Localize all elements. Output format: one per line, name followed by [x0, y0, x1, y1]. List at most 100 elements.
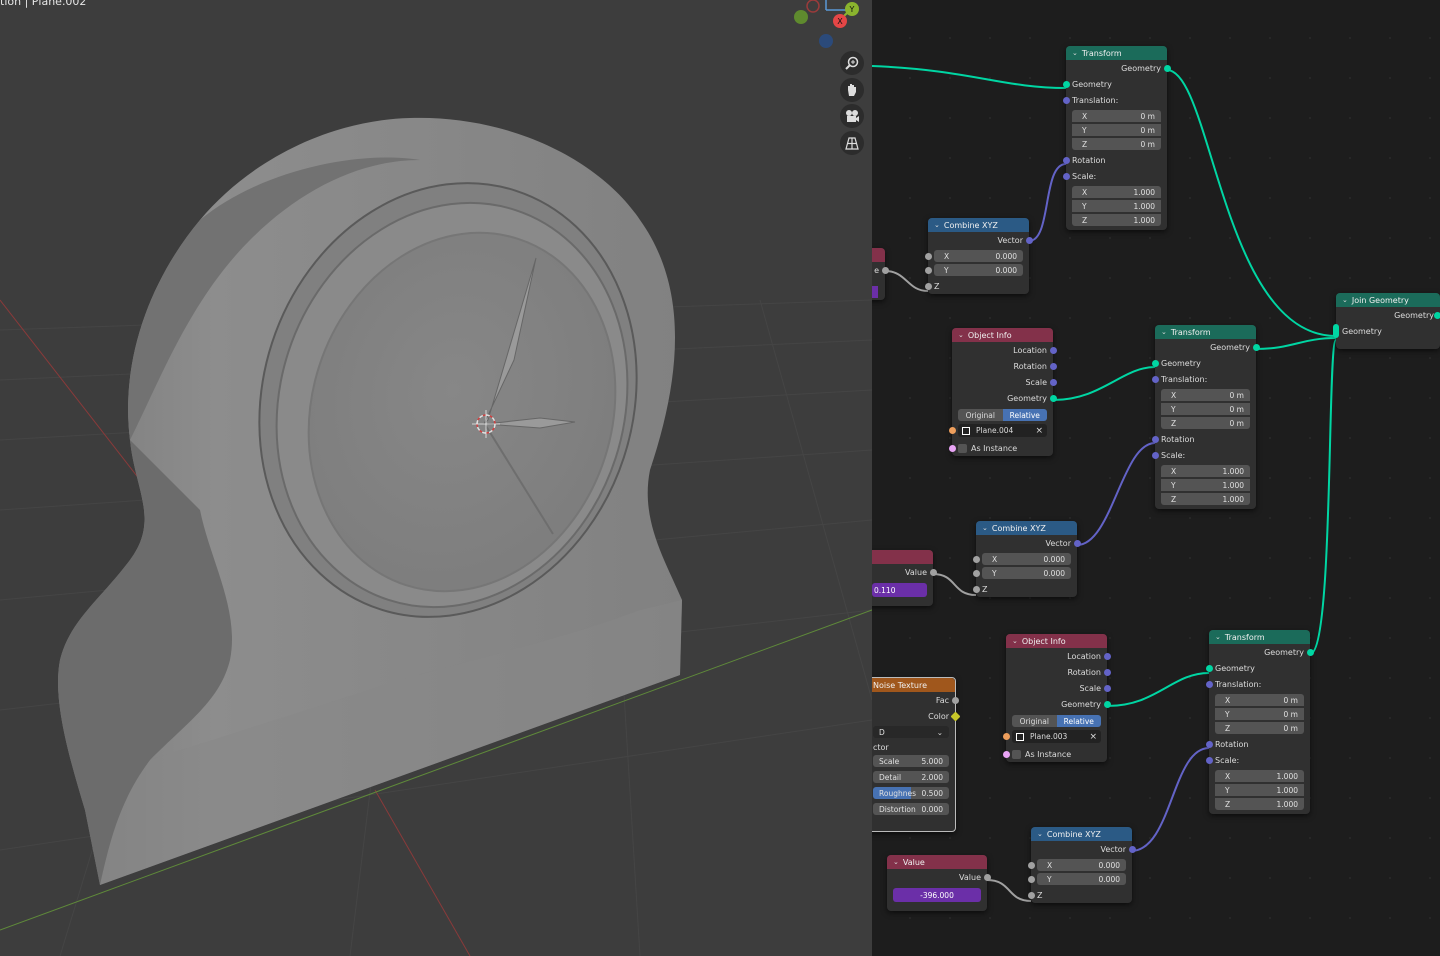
join-geometry-node[interactable]: ⌄ Join Geometry Geometry Geometry: [1333, 293, 1440, 349]
option-relative[interactable]: Relative: [1002, 409, 1047, 421]
socket[interactable]: [1027, 861, 1035, 869]
socket[interactable]: [1062, 172, 1070, 180]
camera-icon[interactable]: [840, 104, 864, 128]
node-header[interactable]: ⌄ Combine XYZ: [976, 521, 1077, 535]
socket[interactable]: [1049, 378, 1057, 386]
option-relative[interactable]: Relative: [1056, 715, 1101, 727]
socket[interactable]: [1205, 664, 1213, 672]
object-selector[interactable]: Plane.004 ×: [948, 424, 1047, 437]
socket[interactable]: [1151, 375, 1159, 383]
socket[interactable]: [1049, 346, 1057, 354]
socket[interactable]: [972, 585, 980, 593]
node-header[interactable]: ⌄ Transform: [1066, 46, 1167, 60]
socket[interactable]: [1073, 539, 1081, 547]
hand-pan-icon[interactable]: [840, 78, 864, 102]
chevron-down-icon[interactable]: ⌄: [1012, 637, 1018, 645]
socket[interactable]: [1025, 236, 1033, 244]
translation-x-field[interactable]: X0 m: [1072, 110, 1161, 122]
translation-z-field[interactable]: Z0 m: [1215, 722, 1304, 734]
chevron-down-icon[interactable]: ⌄: [958, 331, 964, 339]
y-field[interactable]: Y 0.000: [924, 264, 1023, 276]
multi-input-socket[interactable]: [1333, 324, 1339, 338]
translation-x-field[interactable]: X0 m: [1215, 694, 1304, 706]
socket[interactable]: [1103, 668, 1111, 676]
combine-xyz-node-3[interactable]: ⌄ Combine XYZ Vector X 0.000 Y 0.000 Z: [1027, 827, 1136, 903]
transform-node-2[interactable]: ⌄ Transform Geometry Geometry Translation…: [1151, 325, 1260, 509]
node-header[interactable]: ⌄ Join Geometry: [1336, 293, 1440, 307]
clear-icon[interactable]: ×: [1035, 426, 1043, 436]
socket[interactable]: [924, 252, 932, 260]
chevron-down-icon[interactable]: ⌄: [1342, 296, 1348, 304]
zoom-icon[interactable]: [840, 51, 864, 75]
translation-x-field[interactable]: X0 m: [1161, 389, 1250, 401]
chevron-down-icon[interactable]: ⌄: [1161, 328, 1167, 336]
distortion-field[interactable]: Distortion 0.000: [873, 803, 949, 815]
value-node[interactable]: ⌄ Value Value -396.000: [887, 855, 991, 911]
socket[interactable]: [1306, 648, 1314, 656]
chevron-down-icon[interactable]: ⌄: [934, 221, 940, 229]
socket[interactable]: [972, 569, 980, 577]
socket[interactable]: [1002, 750, 1010, 758]
socket[interactable]: [1163, 64, 1171, 72]
socket[interactable]: [1252, 343, 1260, 351]
chevron-down-icon[interactable]: ⌄: [893, 858, 899, 866]
socket[interactable]: [1151, 359, 1159, 367]
socket[interactable]: [1103, 684, 1111, 692]
object-info-node-1[interactable]: ⌄ Object Info Location Rotation Scale Geo…: [948, 328, 1057, 456]
socket[interactable]: [951, 696, 959, 704]
socket[interactable]: [881, 266, 889, 274]
node-header[interactable]: ⌄ Transform: [1209, 630, 1310, 644]
socket[interactable]: [948, 444, 956, 452]
socket[interactable]: [1205, 740, 1213, 748]
socket[interactable]: [924, 282, 932, 290]
node-editor[interactable]: ⌄ Transform Geometry Geometry Translation…: [872, 0, 1440, 956]
socket[interactable]: [1151, 435, 1159, 443]
chevron-down-icon[interactable]: ⌄: [1215, 633, 1221, 641]
viewport-scene[interactable]: Y X: [0, 0, 872, 956]
socket[interactable]: [1434, 311, 1440, 319]
scale-z-field[interactable]: Z 1.000: [1072, 214, 1161, 226]
dimensions-dropdown[interactable]: D ⌄: [873, 726, 949, 738]
x-field[interactable]: X 0.000: [972, 553, 1071, 565]
transform-node-3[interactable]: ⌄ Transform Geometry Geometry Translation…: [1205, 630, 1314, 814]
scale-x-field[interactable]: X 1.000: [1215, 770, 1304, 782]
socket[interactable]: [1027, 875, 1035, 883]
socket[interactable]: [924, 266, 932, 274]
socket[interactable]: [929, 568, 937, 576]
node-header[interactable]: ⌄ Object Info: [1006, 634, 1107, 648]
node-header[interactable]: ⌄ Object Info: [952, 328, 1053, 342]
socket[interactable]: [1049, 394, 1057, 402]
socket[interactable]: [1103, 652, 1111, 660]
transform-node-1[interactable]: ⌄ Transform Geometry Geometry Translation…: [1062, 46, 1171, 230]
translation-z-field[interactable]: Z0 m: [1161, 417, 1250, 429]
grid-view-icon[interactable]: [840, 131, 864, 155]
socket[interactable]: [1049, 362, 1057, 370]
socket[interactable]: [1128, 845, 1136, 853]
value-node-partial[interactable]: Value 0.110: [872, 550, 937, 606]
socket[interactable]: [1062, 80, 1070, 88]
chevron-down-icon[interactable]: ⌄: [1037, 830, 1043, 838]
translation-y-field[interactable]: Y0 m: [1072, 124, 1161, 136]
clear-icon[interactable]: ×: [1089, 732, 1097, 742]
chevron-down-icon[interactable]: ⌄: [1072, 49, 1078, 57]
option-original[interactable]: Original: [958, 409, 1003, 421]
socket[interactable]: [1027, 891, 1035, 899]
socket[interactable]: [1103, 700, 1111, 708]
scale-y-field[interactable]: Y 1.000: [1072, 200, 1161, 212]
node-header[interactable]: ⌄ Combine XYZ: [928, 218, 1029, 232]
socket[interactable]: [1002, 733, 1010, 740]
socket[interactable]: [972, 555, 980, 563]
noise-texture-node[interactable]: Noise Texture Fac Color D ⌄ ctor Scale 5.0…: [872, 677, 960, 832]
object-selector[interactable]: Plane.003 ×: [1002, 730, 1101, 743]
scale-x-field[interactable]: X 1.000: [1072, 186, 1161, 198]
partial-node-1[interactable]: e: [872, 248, 889, 300]
socket[interactable]: [1151, 451, 1159, 459]
as-instance-checkbox[interactable]: [958, 443, 967, 453]
node-header[interactable]: ⌄ Transform: [1155, 325, 1256, 339]
object-info-node-2[interactable]: ⌄ Object Info Location Rotation Scale Geo…: [1002, 634, 1111, 762]
node-header[interactable]: Noise Texture: [872, 678, 955, 692]
scale-z-field[interactable]: Z 1.000: [1161, 493, 1250, 505]
translation-z-field[interactable]: Z0 m: [1072, 138, 1161, 150]
3d-viewport[interactable]: Y X tion | Plane.002: [0, 0, 872, 956]
scale-z-field[interactable]: Z 1.000: [1215, 798, 1304, 810]
